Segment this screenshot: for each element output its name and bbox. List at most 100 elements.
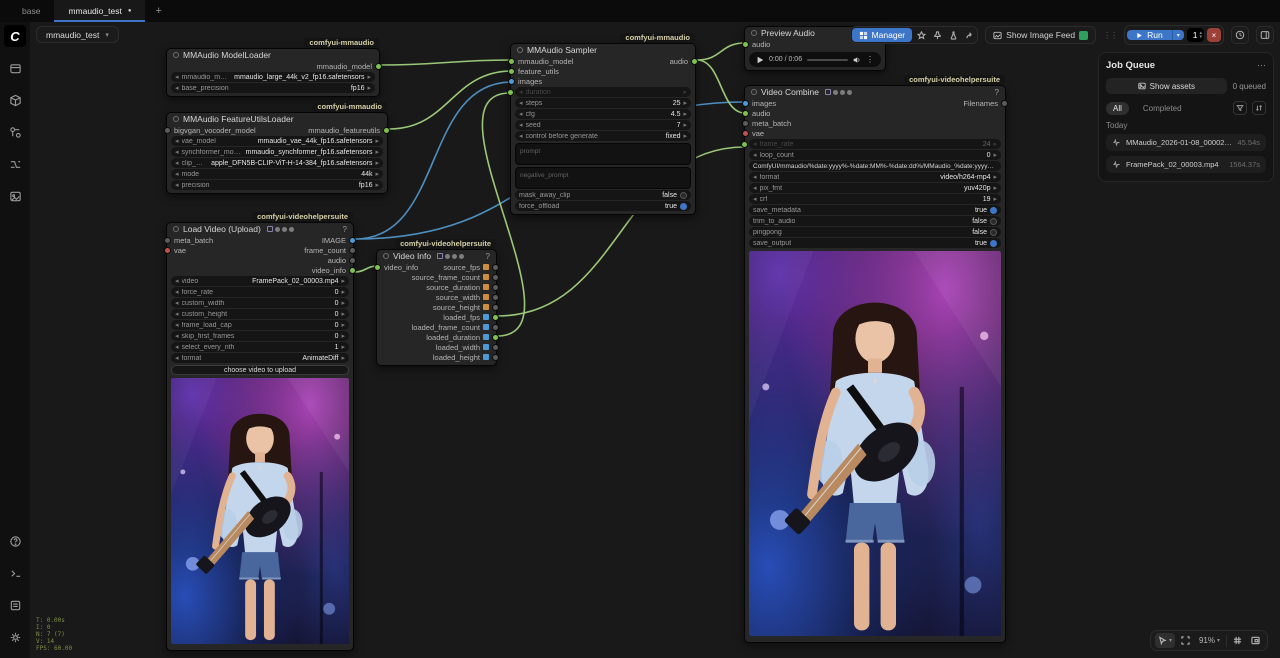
node-video-combine[interactable]: comfyui-videohelpersuiteVideo Combine?im… bbox=[744, 85, 1006, 643]
input-slot[interactable]: vae bbox=[171, 246, 186, 255]
prompt-textarea[interactable]: prompt bbox=[515, 143, 691, 165]
widget-pingpong[interactable]: pingpongfalse bbox=[749, 227, 1001, 237]
history-button[interactable] bbox=[1231, 26, 1249, 44]
widget-duration[interactable]: duration bbox=[515, 87, 691, 97]
queue-item[interactable]: MMaudio_2026-01-08_00002-audio... 45.54s bbox=[1106, 134, 1266, 151]
filter-funnel-icon[interactable] bbox=[1233, 101, 1247, 115]
widget-save_metadata[interactable]: save_metadatatrue bbox=[749, 205, 1001, 215]
widget-vae-model[interactable]: vae_modelmmaudio_vae_44k_fp16.safetensor… bbox=[171, 136, 383, 146]
widget-custom-height[interactable]: custom_height0 bbox=[171, 309, 349, 319]
input-dot-audio[interactable] bbox=[742, 41, 749, 48]
node-mmaudio-sampler[interactable]: comfyui-mmaudioMMAudio Samplermmaudio_mo… bbox=[510, 43, 696, 215]
output-slot[interactable]: IMAGE bbox=[322, 236, 349, 245]
output-slot[interactable]: loaded_fps bbox=[443, 313, 492, 322]
kebab-menu-icon[interactable]: ⋮ bbox=[866, 55, 874, 64]
feed-toggle-on[interactable] bbox=[1079, 31, 1088, 40]
input-dot-meta_batch[interactable] bbox=[164, 237, 171, 244]
share-icon[interactable] bbox=[962, 28, 976, 42]
widget-mode[interactable]: mode44k bbox=[171, 169, 383, 179]
widget-mask_away_clip[interactable]: mask_away_clipfalse bbox=[515, 190, 691, 200]
output-dot-loaded_height[interactable] bbox=[492, 354, 499, 361]
widget-value[interactable]: 19 bbox=[979, 196, 991, 203]
output-slot[interactable]: audio bbox=[328, 256, 349, 265]
widget-value[interactable]: fixed bbox=[662, 133, 681, 140]
input-dot-video_info[interactable] bbox=[374, 264, 381, 271]
widget-format[interactable]: formatvideo/h264-mp4 bbox=[749, 172, 1001, 182]
output-dot-video_info[interactable] bbox=[349, 267, 356, 274]
widget-format[interactable]: formatAnimateDiff bbox=[171, 353, 349, 363]
volume-icon[interactable] bbox=[853, 56, 861, 64]
widget-custom-width[interactable]: custom_width0 bbox=[171, 298, 349, 308]
output-dot-loaded_width[interactable] bbox=[492, 344, 499, 351]
node-title-bar[interactable]: MMAudio FeatureUtilsLoader bbox=[167, 113, 387, 125]
count-spinner-icon[interactable]: ▴▾ bbox=[1199, 31, 1202, 39]
manager-button[interactable]: Manager bbox=[852, 28, 913, 42]
help-icon[interactable] bbox=[4, 530, 26, 552]
widget-steps[interactable]: steps25 bbox=[515, 98, 691, 108]
batch-count-stepper[interactable]: 1 ▴▾ bbox=[1187, 28, 1204, 42]
input-slot[interactable]: meta_batch bbox=[749, 119, 791, 128]
output-dot-frame_count[interactable] bbox=[349, 247, 356, 254]
output-slot[interactable]: audio bbox=[670, 57, 691, 66]
output-slot[interactable]: source_fps bbox=[443, 263, 492, 272]
play-icon[interactable] bbox=[756, 56, 764, 64]
node-help-icon[interactable]: ? bbox=[995, 88, 999, 97]
input-slot[interactable]: bigvgan_vocoder_model bbox=[171, 126, 256, 135]
node-title-bar[interactable]: Video Combine? bbox=[745, 86, 1005, 98]
widget-value[interactable]: 0 bbox=[331, 333, 339, 340]
output-slot[interactable]: loaded_width bbox=[436, 343, 492, 352]
vhs-preview-icons[interactable] bbox=[437, 253, 464, 259]
settings-gear-icon[interactable] bbox=[4, 626, 26, 648]
output-slot[interactable]: mmaudio_featureutils bbox=[308, 126, 383, 135]
input-dot-bigvgan_vocoder_model[interactable] bbox=[164, 127, 171, 134]
input-slot[interactable]: images bbox=[749, 99, 776, 108]
widget-value[interactable]: video/h264-mp4 bbox=[936, 174, 990, 181]
input-slot[interactable]: meta_batch bbox=[171, 236, 213, 245]
node-title-bar[interactable]: MMAudio Sampler bbox=[511, 44, 695, 56]
sort-icon[interactable] bbox=[1252, 101, 1266, 115]
collapse-icon[interactable] bbox=[173, 52, 179, 58]
output-slot[interactable]: loaded_duration bbox=[426, 333, 492, 342]
node-load-video-upload[interactable]: comfyui-videohelpersuiteLoad Video (Uplo… bbox=[166, 222, 354, 651]
widget-value[interactable]: fp16 bbox=[355, 182, 373, 189]
output-slot[interactable]: source_height bbox=[433, 303, 492, 312]
widget-synchformer-model[interactable]: synchformer_modelmmaudio_synchformer_fp1… bbox=[171, 147, 383, 157]
input-dot-images[interactable] bbox=[508, 78, 515, 85]
run-button[interactable]: Run bbox=[1127, 30, 1172, 40]
models-icon[interactable] bbox=[4, 89, 26, 111]
input-dot-mmaudio_model[interactable] bbox=[508, 58, 515, 65]
flask-icon[interactable] bbox=[946, 28, 960, 42]
filter-all[interactable]: All bbox=[1106, 102, 1129, 115]
widget-loop-count[interactable]: loop_count0 bbox=[749, 150, 1001, 160]
collapse-icon[interactable] bbox=[173, 226, 179, 232]
toggle-on-icon[interactable] bbox=[680, 203, 687, 210]
output-dot-source_height[interactable] bbox=[492, 304, 499, 311]
node-mmaudio-featureutilsloader[interactable]: comfyui-mmaudioMMAudio FeatureUtilsLoade… bbox=[166, 112, 388, 194]
node-title-bar[interactable]: MMAudio ModelLoader bbox=[167, 49, 379, 61]
audio-player[interactable]: 0:00 / 0:06⋮ bbox=[749, 52, 881, 67]
node-mmaudio-modelloader[interactable]: comfyui-mmaudioMMAudio ModelLoadermmaudi… bbox=[166, 48, 380, 97]
input-slot[interactable]: feature_utils bbox=[515, 67, 559, 76]
show-assets-button[interactable]: Show assets bbox=[1106, 78, 1227, 94]
widget-value[interactable]: 0 bbox=[983, 152, 991, 159]
input-slot[interactable]: audio bbox=[749, 109, 770, 118]
input-dot-feature_utils[interactable] bbox=[508, 68, 515, 75]
widget-mmaudio-model[interactable]: mmaudio_modelmmaudio_large_44k_v2_fp16.s… bbox=[171, 72, 375, 82]
output-slot[interactable]: source_width bbox=[436, 293, 492, 302]
pin-icon[interactable] bbox=[930, 28, 944, 42]
templates-icon[interactable] bbox=[4, 153, 26, 175]
output-slot[interactable]: source_duration bbox=[426, 283, 492, 292]
widget-precision[interactable]: precisionfp16 bbox=[171, 180, 383, 190]
widget-value[interactable]: 7 bbox=[673, 122, 681, 129]
input-slot[interactable]: images bbox=[515, 77, 542, 86]
widget-filename-prefix[interactable]: ComfyUI/mmaudio/%date:yyyy%-%date:MM%-%d… bbox=[749, 161, 1001, 171]
upload-video-button[interactable]: choose video to upload bbox=[171, 365, 349, 375]
output-dot-Filenames[interactable] bbox=[1001, 100, 1008, 107]
video-preview[interactable] bbox=[171, 378, 349, 644]
widget-value[interactable]: fp16 bbox=[347, 85, 365, 92]
video-preview[interactable] bbox=[749, 251, 1001, 636]
output-dot-loaded_frame_count[interactable] bbox=[492, 324, 499, 331]
output-dot-source_frame_count[interactable] bbox=[492, 274, 499, 281]
toggle-off-icon[interactable] bbox=[680, 192, 687, 199]
queue-item[interactable]: FramePack_02_00003.mp4 1564.37s bbox=[1106, 156, 1266, 173]
